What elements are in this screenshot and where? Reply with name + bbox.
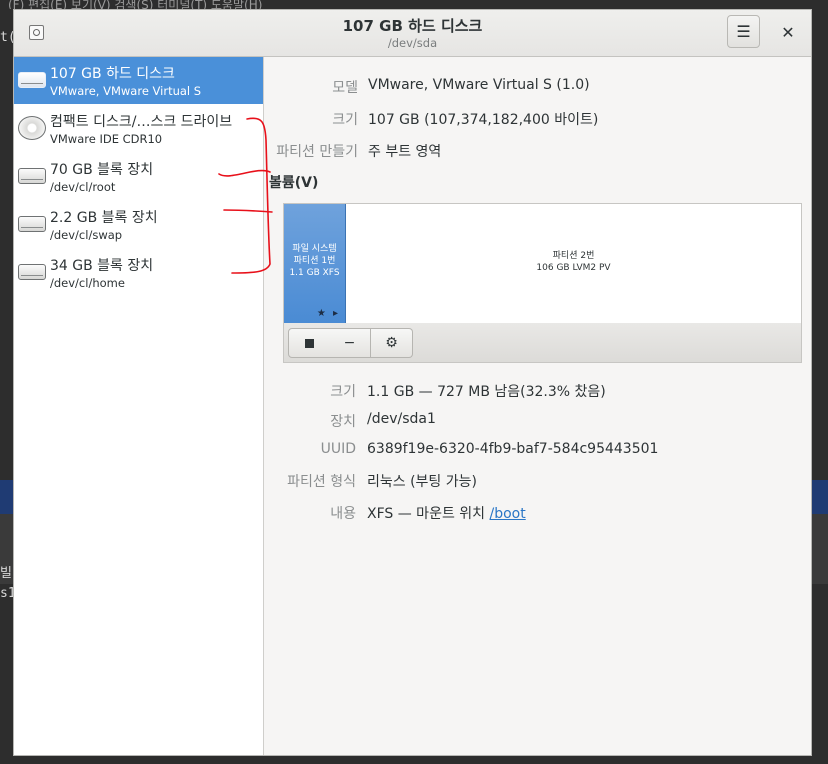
- partition-2-segment[interactable]: 파티션 2번 106 GB LVM2 PV: [346, 204, 801, 323]
- device-label: 장치: [330, 414, 356, 430]
- window-subtitle: /dev/sda: [387, 36, 438, 50]
- unmount-button[interactable]: [288, 328, 330, 358]
- window-title: 107 GB 하드 디스크: [342, 17, 483, 35]
- contents-value: XFS — 마운트 위치 /boot: [367, 503, 526, 523]
- sidebar-item-home-volume[interactable]: 34 GB 블록 장치 /dev/cl/home: [14, 249, 263, 296]
- partition-2-text: 파티션 2번 106 GB LVM2 PV: [346, 250, 801, 274]
- sidebar-item-title: 70 GB 블록 장치: [50, 162, 154, 178]
- delete-partition-button[interactable]: −: [329, 328, 371, 358]
- sidebar-item-title: 2.2 GB 블록 장치: [50, 210, 158, 226]
- volumes-heading: 볼륨(V): [269, 175, 319, 191]
- partition-type-label: 파티션 형식: [287, 474, 356, 490]
- close-button[interactable]: ✕: [774, 18, 802, 46]
- contents-label: 내용: [330, 506, 356, 522]
- device-value: /dev/sda1: [367, 411, 436, 427]
- partition-size-label: 크기: [330, 384, 356, 400]
- sidebar-item-title: 34 GB 블록 장치: [50, 258, 154, 274]
- sidebar-item-root-volume[interactable]: 70 GB 블록 장치 /dev/cl/root: [14, 153, 263, 200]
- block-device-icon: [18, 216, 46, 232]
- partitioning-label: 파티션 만들기: [276, 144, 358, 160]
- sidebar-item-hard-disk[interactable]: 107 GB 하드 디스크 VMware, VMware Virtual S: [14, 57, 263, 104]
- partition-1-segment[interactable]: 파일 시스템 파티션 1번 1.1 GB XFS ★ ▸: [284, 204, 346, 323]
- sidebar-item-title: 107 GB 하드 디스크: [50, 66, 175, 82]
- sidebar-item-subtitle: /dev/cl/swap: [50, 228, 123, 242]
- uuid-label: UUID: [320, 441, 356, 457]
- sidebar-item-subtitle: VMware IDE CDR10: [50, 132, 163, 146]
- sidebar-item-subtitle: /dev/cl/home: [50, 276, 125, 290]
- partition-2-line: 106 GB LVM2 PV: [536, 263, 611, 273]
- stop-icon: [304, 338, 314, 348]
- hard-disk-icon: [18, 72, 46, 88]
- sidebar-item-title: 컴팩트 디스크/…스크 드라이브: [50, 114, 233, 130]
- background-menu-bar: (F) 편집(E) 보기(V) 검색(S) 터미널(T) 도움말(H): [0, 0, 828, 9]
- contents-text: XFS — 마운트 위치: [367, 506, 490, 522]
- volume-toolbar: − ⚙: [283, 323, 802, 363]
- uuid-value: 6389f19e-6320-4fb9-baf7-584c95443501: [367, 441, 659, 457]
- sidebar-item-subtitle: VMware, VMware Virtual S: [50, 84, 202, 98]
- partition-type-value: 리눅스 (부팅 가능): [367, 474, 477, 490]
- size-label: 크기: [332, 112, 358, 128]
- block-device-icon: [18, 168, 46, 184]
- sidebar-item-optical-drive[interactable]: 컴팩트 디스크/…스크 드라이브 VMware IDE CDR10: [14, 105, 263, 152]
- volume-map: 파일 시스템 파티션 1번 1.1 GB XFS ★ ▸ 파티션 2번 106 …: [283, 203, 802, 324]
- device-sidebar: 107 GB 하드 디스크 VMware, VMware Virtual S 컴…: [14, 57, 264, 755]
- partition-1-text: 파일 시스템 파티션 1번 1.1 GB XFS: [284, 243, 345, 279]
- sidebar-item-swap-volume[interactable]: 2.2 GB 블록 장치 /dev/cl/swap: [14, 201, 263, 248]
- close-icon: ✕: [781, 22, 795, 42]
- partition-options-button[interactable]: ⚙: [371, 328, 413, 358]
- block-device-icon: [18, 264, 46, 280]
- partition-1-line: 1.1 GB XFS: [289, 268, 340, 278]
- partitioning-value: 주 부트 영역: [368, 144, 442, 160]
- model-label: 모델: [332, 80, 358, 96]
- mount-point-link[interactable]: /boot: [490, 506, 526, 522]
- drive-menu-button[interactable]: ☰: [727, 15, 760, 48]
- optical-drive-icon: [18, 116, 46, 140]
- drive-details-pane: 모델 VMware, VMware Virtual S (1.0) 크기 107…: [264, 57, 811, 755]
- minus-icon: −: [343, 335, 356, 351]
- gears-icon: ⚙: [385, 335, 398, 351]
- title-bar: 107 GB 하드 디스크 /dev/sda ☰ ✕: [14, 10, 811, 57]
- background-menu-text: (F) 편집(E) 보기(V) 검색(S) 터미널(T) 도움말(H): [8, 0, 263, 9]
- hamburger-menu-icon: ☰: [736, 22, 751, 41]
- partition-size-value: 1.1 GB — 727 MB 남음(32.3% 찼음): [367, 384, 606, 400]
- partition-1-line: 파일 시스템: [292, 244, 337, 254]
- partition-2-line: 파티션 2번: [552, 251, 595, 261]
- partition-1-line: 파티션 1번: [293, 256, 336, 266]
- sidebar-item-subtitle: /dev/cl/root: [50, 180, 116, 194]
- size-value: 107 GB (107,374,182,400 바이트): [368, 112, 599, 128]
- star-mounted-icon: ★ ▸: [316, 308, 340, 319]
- model-value: VMware, VMware Virtual S (1.0): [368, 77, 590, 93]
- disks-window: 107 GB 하드 디스크 /dev/sda ☰ ✕ 107 GB 하드 디스크…: [13, 9, 812, 756]
